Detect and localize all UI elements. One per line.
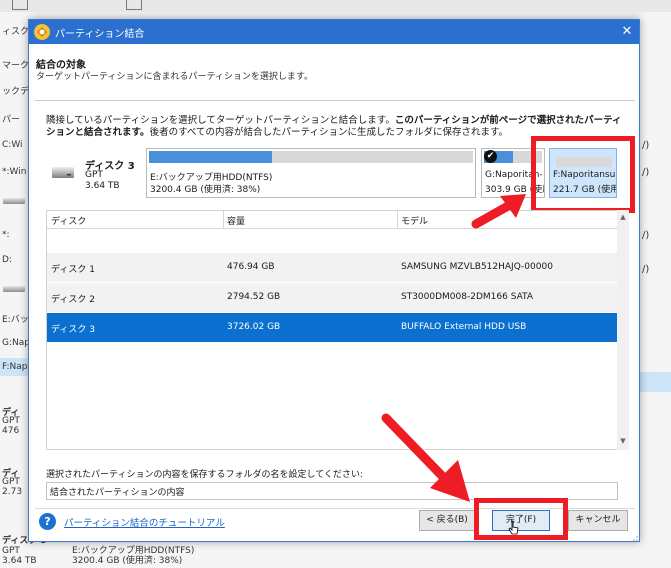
toolbar-apply-icon[interactable] <box>12 0 28 10</box>
folder-name-label: 選択されたパーティションの内容を保存するフォルダの名を設定してください: <box>46 470 363 480</box>
disk-card: ディスク 3 GPT 3.64 TB <box>46 148 143 198</box>
partition-detail: 3200.4 GB (使用済: 38%) <box>150 185 261 195</box>
cell-capacity: 2794.52 GB <box>227 292 281 302</box>
cancel-button[interactable]: キャンセル <box>568 510 628 531</box>
cell-disk: ディスク 1 <box>51 265 95 275</box>
section-subtitle: ターゲットパーティションに含まれるパーティションを選択します。 <box>36 72 314 82</box>
column-header-model[interactable]: モデル <box>401 214 428 227</box>
disk-table: ディスク 容量 モデル ディスク 1 476.94 GB SAMSUNG MZV… <box>46 210 619 450</box>
column-divider[interactable] <box>223 211 224 229</box>
description-normal: 隣接しているパーティションを選択してターゲットパーティションと結合します。 <box>46 115 395 126</box>
bg-partition-detail: 3200.4 GB (使用済: 38%) <box>72 556 183 566</box>
table-row[interactable]: ディスク 2 2794.52 GB ST3000DM008-2DM166 SAT… <box>47 283 617 312</box>
annotation-arrow-partition <box>471 194 526 229</box>
bg-partition-name: E:バックアップ用HDD(NTFS) <box>72 546 195 556</box>
bg-disk3-partition[interactable]: E:バックアップ用HDD(NTFS) 3200.4 GB (使用済: 38%) <box>72 546 194 566</box>
cell-disk: ディスク 2 <box>51 295 95 305</box>
app-icon <box>34 24 50 40</box>
bg-disk3-type: GPT <box>2 546 20 556</box>
cell-capacity: 476.94 GB <box>227 262 275 272</box>
close-button[interactable]: ✕ <box>615 20 639 44</box>
cell-model: BUFFALO External HDD USB <box>401 322 527 332</box>
highlight-box-partition <box>531 136 635 213</box>
header-divider <box>35 100 635 101</box>
cell-disk: ディスク 3 <box>51 325 95 335</box>
disk-type: GPT <box>85 170 103 180</box>
dialog-title: パーティション結合 <box>55 29 145 40</box>
checked-icon: ✔ <box>484 150 497 163</box>
toolbar-chart-icon[interactable] <box>126 0 142 10</box>
scroll-down-icon[interactable]: ▼ <box>617 436 629 446</box>
cell-model: ST3000DM008-2DM166 SATA <box>401 292 533 302</box>
cell-capacity: 3726.02 GB <box>227 322 281 332</box>
help-icon[interactable]: ? <box>39 513 56 530</box>
table-row[interactable]: ディスク 1 476.94 GB SAMSUNG MZVLB512HAJQ-00… <box>47 253 617 282</box>
hard-disk-icon <box>52 167 74 178</box>
highlight-box-finish <box>474 498 568 540</box>
description-normal2: 後者のすべての内容が結合したパーティションに生成したフォルダに保存されます。 <box>149 127 508 138</box>
bg-right-selection <box>640 372 671 392</box>
column-header-capacity[interactable]: 容量 <box>227 214 245 227</box>
scroll-up-icon[interactable]: ▲ <box>617 212 629 222</box>
mouse-pointer-icon <box>508 520 519 535</box>
bg-disk3-size: 3.64 TB <box>2 556 37 566</box>
annotation-arrow-finish <box>381 413 470 502</box>
bg-right-item: /) <box>642 230 650 241</box>
bg-right-item: /) <box>642 167 650 178</box>
column-divider[interactable] <box>397 211 398 229</box>
cell-model: SAMSUNG MZVLB512HAJQ-00000 <box>401 262 553 272</box>
usage-bar <box>149 151 473 163</box>
background-toolbar <box>0 0 671 12</box>
table-header: ディスク 容量 モデル <box>47 211 619 229</box>
usage-bar-fill <box>149 151 273 163</box>
tutorial-link[interactable]: パーティション結合のチュートリアル <box>64 515 225 529</box>
disk-icon <box>3 198 25 204</box>
dialog-titlebar[interactable]: パーティション結合 ✕ <box>29 20 639 44</box>
bg-right-item: /) <box>642 264 650 275</box>
back-button[interactable]: < 戻る(B) <box>419 510 475 531</box>
partition-block-e[interactable]: E:バックアップ用HDD(NTFS) 3200.4 GB (使用済: 38%) <box>146 148 476 198</box>
disk-size: 3.64 TB <box>85 181 120 191</box>
column-header-disk[interactable]: ディスク <box>51 214 86 227</box>
disk-icon <box>3 286 25 292</box>
table-scrollbar[interactable]: ▲ ▼ <box>617 210 629 450</box>
resize-grip-icon[interactable] <box>629 532 639 542</box>
background-right-panel: /) /) /) /) <box>640 12 671 568</box>
bg-right-item: /) <box>642 140 650 151</box>
merge-partition-dialog: パーティション結合 ✕ 結合の対象 ターゲットパーティションに含まれるパーティシ… <box>28 19 640 542</box>
table-row-selected[interactable]: ディスク 3 3726.02 GB BUFFALO External HDD U… <box>47 313 617 342</box>
